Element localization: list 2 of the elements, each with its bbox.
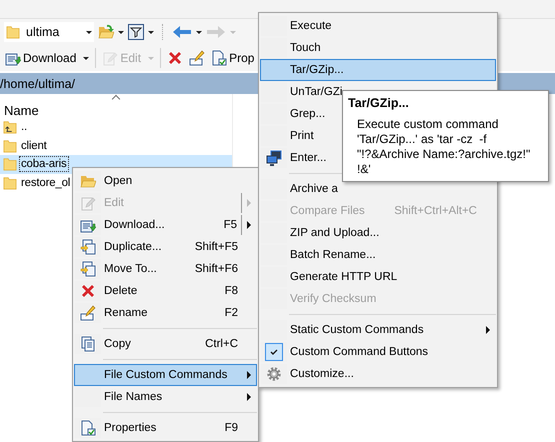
- tooltip-title: Tar/GZip...: [348, 96, 410, 110]
- tooltip-text: Execute custom command 'Tar/GZip...' as 'tar -cz -f "!?&Archive Name:?archive.tgz!" !&': [356, 117, 532, 177]
